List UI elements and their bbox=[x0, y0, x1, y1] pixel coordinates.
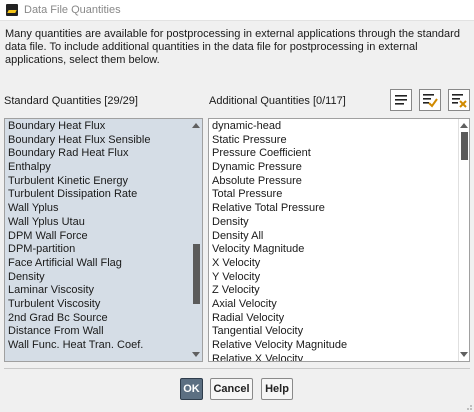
list-item[interactable]: Z Velocity bbox=[209, 284, 458, 298]
scroll-down-arrow-icon[interactable] bbox=[460, 352, 468, 357]
list-item[interactable]: Total Pressure bbox=[209, 188, 458, 202]
list-item[interactable]: Static Pressure bbox=[209, 134, 458, 148]
cancel-button[interactable]: Cancel bbox=[210, 378, 253, 400]
list-item[interactable]: Wall Func. Heat Tran. Coef. bbox=[5, 339, 191, 353]
deselect-all-button[interactable] bbox=[448, 89, 470, 111]
list-item[interactable]: Turbulent Dissipation Rate bbox=[5, 188, 191, 202]
list-item[interactable]: Relative Velocity Magnitude bbox=[209, 339, 458, 353]
select-all-button[interactable] bbox=[390, 89, 412, 111]
list-item[interactable]: Density bbox=[5, 271, 191, 285]
list-item[interactable]: dynamic-head bbox=[209, 120, 458, 134]
list-item[interactable]: Enthalpy bbox=[5, 161, 191, 175]
list-item[interactable]: Laminar Viscosity bbox=[5, 284, 191, 298]
scroll-up-arrow-icon[interactable] bbox=[460, 123, 468, 128]
list-item[interactable]: Relative X Velocity bbox=[209, 353, 458, 361]
list-item[interactable]: Velocity Magnitude bbox=[209, 243, 458, 257]
list-item[interactable]: Wall Yplus bbox=[5, 202, 191, 216]
list-item[interactable]: Distance From Wall bbox=[5, 325, 191, 339]
list-item[interactable]: Dynamic Pressure bbox=[209, 161, 458, 175]
window-title: Data File Quantities bbox=[24, 4, 121, 16]
title-bar: Data File Quantities bbox=[0, 0, 474, 21]
resize-grip-icon[interactable] bbox=[465, 403, 473, 411]
list-item[interactable]: Boundary Heat Flux bbox=[5, 120, 191, 134]
additional-list-scrollbar[interactable] bbox=[458, 119, 469, 361]
scroll-up-arrow-icon[interactable] bbox=[192, 123, 200, 128]
list-item[interactable]: Wall Yplus Utau bbox=[5, 216, 191, 230]
scroll-down-arrow-icon[interactable] bbox=[192, 352, 200, 357]
list-item[interactable]: Tangential Velocity bbox=[209, 325, 458, 339]
list-item[interactable]: Turbulent Kinetic Energy bbox=[5, 175, 191, 189]
list-item[interactable]: Radial Velocity bbox=[209, 312, 458, 326]
ok-button[interactable]: OK bbox=[180, 378, 203, 400]
select-checked-icon bbox=[423, 94, 438, 108]
deselect-all-icon bbox=[452, 94, 467, 108]
list-item[interactable]: Density All bbox=[209, 230, 458, 244]
select-checked-button[interactable] bbox=[419, 89, 441, 111]
list-item[interactable]: Axial Velocity bbox=[209, 298, 458, 312]
list-item[interactable]: DPM-partition bbox=[5, 243, 191, 257]
list-item[interactable]: Boundary Heat Flux Sensible bbox=[5, 134, 191, 148]
list-item[interactable]: Absolute Pressure bbox=[209, 175, 458, 189]
standard-quantities-label: Standard Quantities [29/29] bbox=[4, 95, 138, 107]
help-button[interactable]: Help bbox=[261, 378, 293, 400]
list-item[interactable]: DPM Wall Force bbox=[5, 230, 191, 244]
fluent-app-icon bbox=[6, 4, 18, 16]
list-item[interactable]: Boundary Rad Heat Flux bbox=[5, 147, 191, 161]
list-item[interactable]: Face Artificial Wall Flag bbox=[5, 257, 191, 271]
additional-quantities-list[interactable]: dynamic-head Static Pressure Pressure Coef… bbox=[208, 118, 470, 362]
select-all-icon bbox=[395, 95, 407, 105]
list-item[interactable]: Density bbox=[209, 216, 458, 230]
list-item[interactable]: 2nd Grad Bc Source bbox=[5, 312, 191, 326]
scrollbar-thumb[interactable] bbox=[461, 132, 468, 160]
description-text: Many quantities are available for postpr… bbox=[5, 28, 460, 66]
standard-quantities-list[interactable]: Boundary Heat Flux Boundary Heat Flux Sen… bbox=[4, 118, 203, 362]
standard-list-scrollbar[interactable] bbox=[191, 119, 202, 361]
list-item[interactable]: Pressure Coefficient bbox=[209, 147, 458, 161]
divider bbox=[4, 368, 470, 369]
list-item[interactable]: Turbulent Viscosity bbox=[5, 298, 191, 312]
scrollbar-thumb[interactable] bbox=[193, 244, 200, 305]
list-item[interactable]: Relative Total Pressure bbox=[209, 202, 458, 216]
list-item[interactable]: Y Velocity bbox=[209, 271, 458, 285]
additional-quantities-label: Additional Quantities [0/117] bbox=[209, 95, 346, 107]
list-item[interactable]: X Velocity bbox=[209, 257, 458, 271]
